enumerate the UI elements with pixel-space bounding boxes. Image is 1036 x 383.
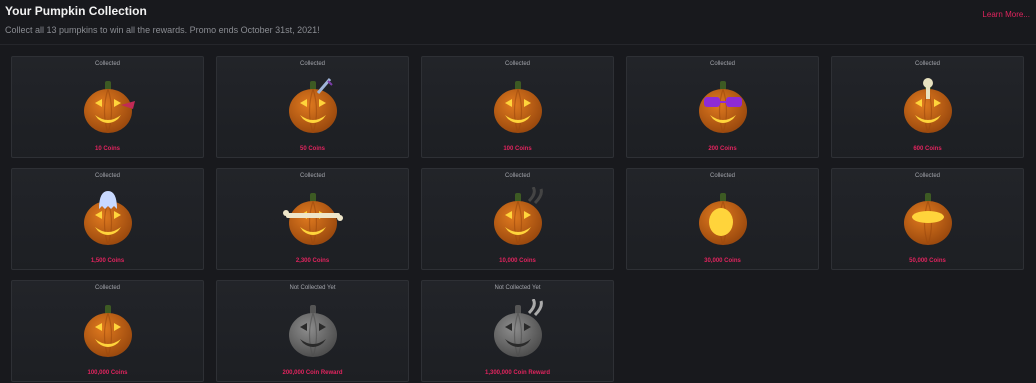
learn-more-link[interactable]: Learn More...	[982, 10, 1030, 19]
pumpkin-card[interactable]: Collected 10,000 Coins	[421, 168, 614, 270]
pumpkin-status: Collected	[299, 61, 325, 67]
pumpkin-status: Collected	[504, 173, 530, 179]
pumpkin-status: Not Collected Yet	[289, 285, 336, 291]
pumpkin-reward: 600 Coins	[913, 146, 942, 152]
pumpkin-reward: 1,500 Coins	[90, 258, 125, 264]
pumpkin-open-top-icon	[893, 187, 963, 251]
pumpkin-reward: 2,300 Coins	[295, 258, 330, 264]
pumpkin-smoke-locked-icon	[483, 299, 553, 363]
pumpkin-reward: 200 Coins	[708, 146, 737, 152]
pumpkin-card[interactable]: Collected 100 Coins	[421, 56, 614, 158]
pumpkin-status: Collected	[914, 61, 940, 67]
page-subtitle: Collect all 13 pumpkins to win all the r…	[5, 25, 320, 35]
page-title: Your Pumpkin Collection	[5, 4, 147, 18]
pumpkin-reward: 10 Coins	[94, 146, 120, 152]
pumpkin-card[interactable]: Collected 100,000 Coins	[11, 280, 204, 382]
pumpkin-card[interactable]: Collected 50,000 Coins	[831, 168, 1024, 270]
collection-header: Your Pumpkin Collection Collect all 13 p…	[0, 0, 1036, 45]
pumpkin-reward: 100 Coins	[503, 146, 532, 152]
pumpkin-reward: 30,000 Coins	[704, 258, 741, 264]
pumpkin-card[interactable]: Collected 200 Coins	[626, 56, 819, 158]
pumpkin-card[interactable]: Not Collected Yet 1,300,000 Coin Reward	[421, 280, 614, 382]
pumpkin-status: Collected	[299, 173, 325, 179]
pumpkin-status: Not Collected Yet	[494, 285, 541, 291]
pumpkin-reward: 50,000 Coins	[909, 258, 946, 264]
pumpkin-card[interactable]: Collected 1,500 Coins	[11, 168, 204, 270]
pumpkin-tall-icon	[483, 75, 553, 139]
pumpkin-reward: 100,000 Coins	[87, 370, 128, 376]
pumpkin-card[interactable]: Collected 30,000 Coins	[626, 168, 819, 270]
pumpkin-reward: 50 Coins	[299, 146, 325, 152]
pumpkin-reward: 1,300,000 Coin Reward	[484, 370, 551, 376]
pumpkin-status: Collected	[94, 61, 120, 67]
pumpkin-sunglasses-icon	[688, 75, 758, 139]
pumpkin-glowing-icon	[688, 187, 758, 251]
pumpkin-bone-icon	[278, 187, 348, 251]
pumpkin-card[interactable]: Not Collected Yet 200,000 Coin Reward	[216, 280, 409, 382]
pumpkin-grid: Collected 10 Coins Collected 50 Coins Collec…	[11, 56, 1024, 382]
pumpkin-tongue-icon	[73, 75, 143, 139]
pumpkin-card[interactable]: Collected 50 Coins	[216, 56, 409, 158]
pumpkin-ghost-icon	[73, 187, 143, 251]
pumpkin-knife-icon	[278, 75, 348, 139]
pumpkin-status: Collected	[94, 285, 120, 291]
pumpkin-skeleton-icon	[893, 75, 963, 139]
pumpkin-status: Collected	[709, 61, 735, 67]
pumpkin-card[interactable]: Collected 10 Coins	[11, 56, 204, 158]
pumpkin-reward: 10,000 Coins	[499, 258, 536, 264]
pumpkin-smoke-icon	[483, 187, 553, 251]
pumpkin-reward: 200,000 Coin Reward	[282, 370, 343, 376]
pumpkin-status: Collected	[914, 173, 940, 179]
pumpkin-status: Collected	[504, 61, 530, 67]
pumpkin-card[interactable]: Collected 600 Coins	[831, 56, 1024, 158]
pumpkin-status: Collected	[709, 173, 735, 179]
pumpkin-status: Collected	[94, 173, 120, 179]
pumpkin-locked-icon	[278, 299, 348, 363]
pumpkin-card[interactable]: Collected 2,300 Coins	[216, 168, 409, 270]
pumpkin-classic-icon	[73, 299, 143, 363]
